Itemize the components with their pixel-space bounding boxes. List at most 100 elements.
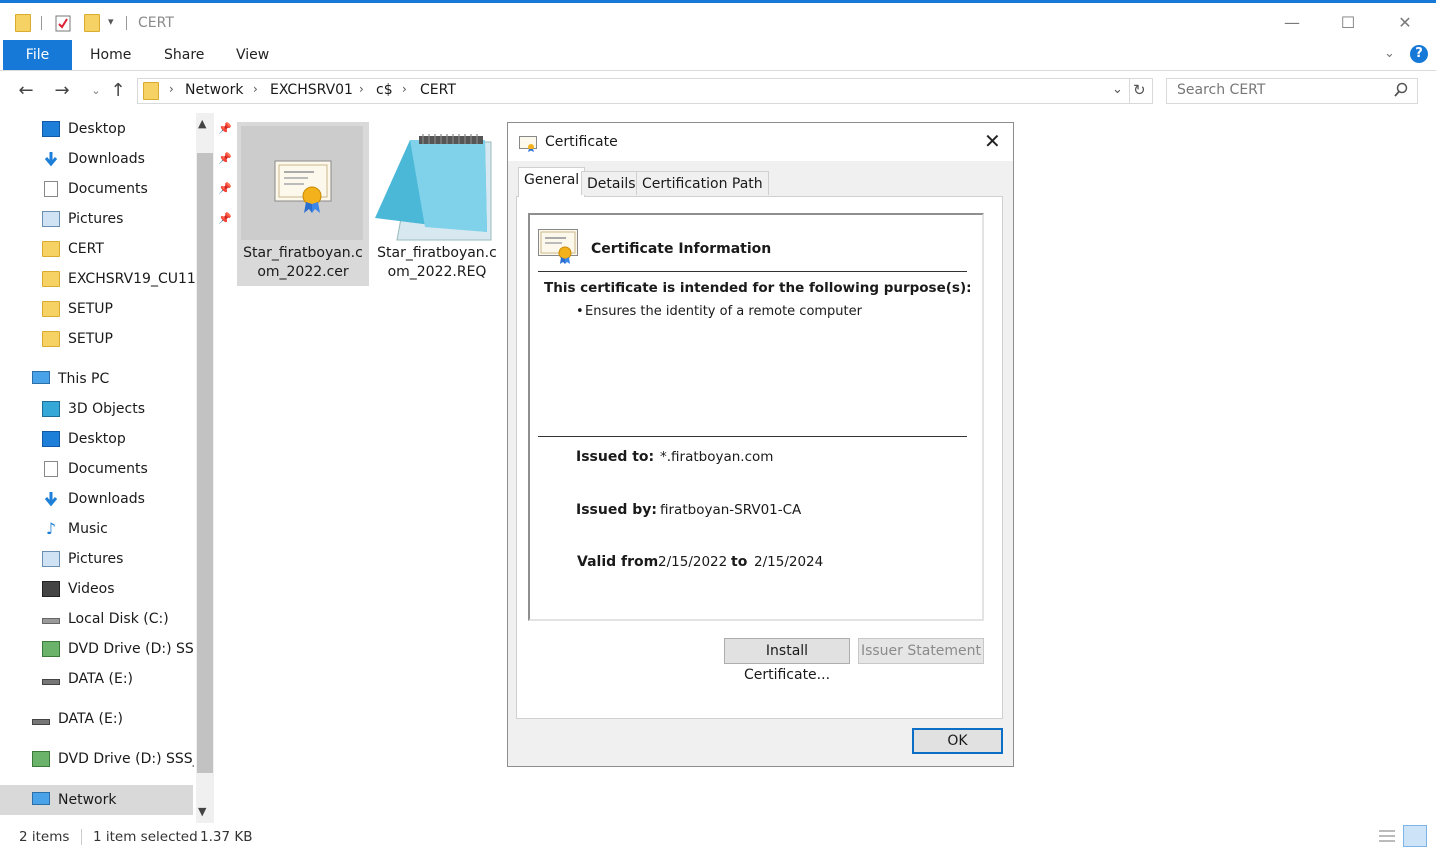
scroll-up-icon[interactable]: ▲ [198,117,206,130]
breadcrumb-network[interactable]: Network [185,82,243,98]
search-placeholder[interactable]: Search CERT [1177,82,1265,98]
pin-icon[interactable]: 📌 [218,116,232,142]
sidebar-item-label: Documents [68,461,148,477]
tab-share[interactable]: Share [164,40,204,70]
sidebar-item-desktop[interactable]: Desktop 📌 [42,116,232,142]
details-view-icon[interactable] [1377,827,1397,845]
sidebar-item-setup[interactable]: SETUP [42,296,192,322]
navigation-bar: ← → ⌄ ↑ › Network › EXCHSRV01 › c$ › CER… [0,71,1436,111]
sidebar-item-data-e[interactable]: DATA (E:) [42,666,192,692]
certificate-info-heading: Certificate Information [591,241,772,257]
ok-button[interactable]: OK [912,728,1003,754]
sidebar-item-dvd-drive-d[interactable]: DVD Drive (D:) SSS_ [42,636,194,662]
sidebar-item-downloads[interactable]: Downloads 📌 [42,146,232,172]
breadcrumb-exchsrv01[interactable]: EXCHSRV01 [270,82,353,98]
chevron-right-icon: › [169,82,174,96]
issued-to-value: *.firatboyan.com [660,449,774,465]
file-name: Star_firatboyan.c om_2022.cer [237,244,369,282]
sidebar-item-label: SETUP [68,301,113,317]
sidebar-item-videos[interactable]: Videos [42,576,192,602]
tab-details[interactable]: Details [581,171,642,195]
customize-quick-access-icon[interactable]: ▾ [108,15,114,28]
breadcrumb-c-share[interactable]: c$ [376,82,393,98]
refresh-icon[interactable]: ↻ [1133,81,1146,99]
certificate-icon [538,229,578,269]
sidebar-item-pictures[interactable]: Pictures 📌 [42,206,232,232]
install-certificate-button[interactable]: Install Certificate... [724,638,850,683]
certificate-info-box: Certificate Information This certificate… [528,213,984,621]
pin-icon[interactable]: 📌 [218,146,232,172]
sidebar-item-network[interactable]: Network [32,787,192,813]
expand-ribbon-icon[interactable]: ⌄ [1384,46,1395,61]
chevron-right-icon[interactable]: › [359,82,364,96]
chevron-right-icon[interactable]: › [402,82,407,96]
tab-home[interactable]: Home [90,40,131,70]
sidebar-item-exchsrv19-cu11[interactable]: EXCHSRV19_CU11 [42,266,196,292]
breadcrumb-cert[interactable]: CERT [420,82,456,98]
sidebar-item-music[interactable]: ♪ Music [42,516,192,542]
chevron-right-icon[interactable]: › [253,82,258,96]
forward-button[interactable]: → [50,79,74,103]
tab-file[interactable]: File [3,40,72,70]
valid-to-value: 2/15/2024 [754,554,824,570]
sidebar-item-local-disk-c[interactable]: Local Disk (C:) [42,606,192,632]
desktop-icon [42,431,60,447]
back-button[interactable]: ← [14,79,38,103]
search-icon[interactable] [1393,82,1409,102]
scroll-down-icon[interactable]: ▼ [198,805,206,818]
sidebar-item-documents[interactable]: Documents [42,456,192,482]
music-icon: ♪ [45,519,57,538]
title-bar: ▾ CERT — ☐ ✕ [0,0,1436,40]
file-item-req[interactable]: Star_firatboyan.c om_2022.REQ [371,122,503,286]
folder-icon [42,241,60,257]
new-folder-icon[interactable] [84,14,100,32]
issuer-statement-button[interactable]: Issuer Statement [858,638,984,664]
minimize-button[interactable]: — [1270,11,1314,35]
sidebar-item-data-e[interactable]: DATA (E:) [32,706,192,732]
sidebar-item-dvd-drive-d[interactable]: DVD Drive (D:) SSS_X [32,746,194,772]
address-bar[interactable]: › Network › EXCHSRV01 › c$ › CERT ⌄ ↻ [137,78,1153,104]
sidebar-item-label: Documents [68,181,148,197]
drive-icon [42,679,60,685]
folder-icon [143,82,159,100]
sidebar-item-setup[interactable]: SETUP [42,326,192,352]
download-arrow-icon [42,151,60,167]
download-arrow-icon [42,491,60,507]
divider [538,271,967,272]
separator [1129,79,1130,103]
sidebar-item-this-pc[interactable]: This PC [32,366,192,392]
close-icon[interactable]: ✕ [984,129,1001,153]
tab-certification-path[interactable]: Certification Path [636,171,769,195]
sidebar-item-label: DATA (E:) [58,711,124,727]
sidebar-item-desktop[interactable]: Desktop [42,426,192,452]
maximize-button[interactable]: ☐ [1326,11,1370,35]
close-button[interactable]: ✕ [1383,11,1427,35]
certificate-icon [519,136,537,156]
large-icons-view-icon[interactable] [1403,825,1427,847]
sidebar-item-pictures[interactable]: Pictures [42,546,192,572]
bullet: • [576,304,584,319]
valid-from-value: 2/15/2022 [658,554,728,570]
document-icon [44,461,58,477]
file-item-cer[interactable]: Star_firatboyan.c om_2022.cer [237,122,369,286]
properties-icon[interactable] [55,14,71,32]
address-dropdown-icon[interactable]: ⌄ [1112,82,1123,97]
sidebar-item-3d-objects[interactable]: 3D Objects [42,396,192,422]
up-button[interactable]: ↑ [106,79,130,103]
pin-icon[interactable]: 📌 [218,176,232,202]
sidebar-item-downloads[interactable]: Downloads [42,486,192,512]
pin-icon[interactable]: 📌 [218,206,232,232]
scrollbar-thumb[interactable] [197,153,213,773]
sidebar-item-label: DATA (E:) [68,671,134,687]
tab-view[interactable]: View [236,40,269,70]
sidebar-item-cert[interactable]: CERT [42,236,192,262]
search-box[interactable]: Search CERT [1166,78,1418,104]
recent-locations-icon[interactable]: ⌄ [84,79,108,103]
sidebar-item-label: Pictures [68,211,124,227]
notepad-file-icon [375,132,495,246]
tab-general[interactable]: General [518,167,586,197]
folder-icon [42,301,60,317]
sidebar-item-documents[interactable]: Documents 📌 [42,176,232,202]
sidebar-item-label: This PC [58,371,110,387]
help-icon[interactable]: ? [1410,45,1428,63]
